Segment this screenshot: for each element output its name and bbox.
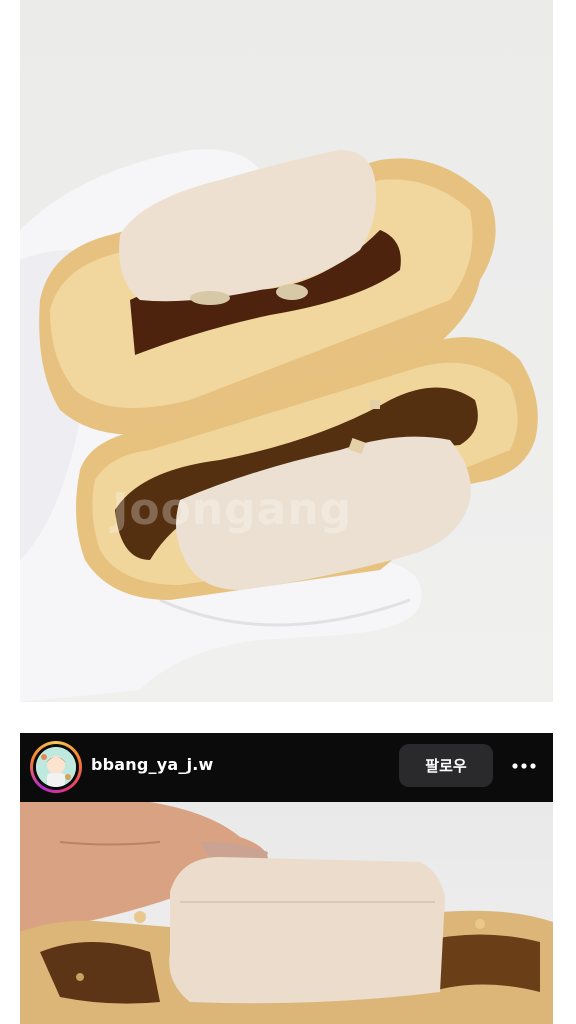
post-photo-bottom[interactable] <box>20 802 553 1024</box>
more-horizontal-icon <box>512 763 536 769</box>
avatar-story-ring[interactable] <box>30 741 82 793</box>
post-photo-top[interactable]: Joongang <box>20 0 553 702</box>
pastry-image <box>20 149 538 702</box>
username[interactable]: bbang_ya_j.w <box>91 755 214 774</box>
avatar-illustration-icon <box>36 747 76 787</box>
pastry-closeup-image <box>20 802 553 1024</box>
watermark-text: Joongang <box>112 484 353 535</box>
more-options-icon[interactable] <box>508 753 540 779</box>
post-header: bbang_ya_j.w 팔로우 <box>20 733 553 802</box>
follow-button[interactable]: 팔로우 <box>399 744 493 787</box>
avatar[interactable] <box>36 747 76 787</box>
